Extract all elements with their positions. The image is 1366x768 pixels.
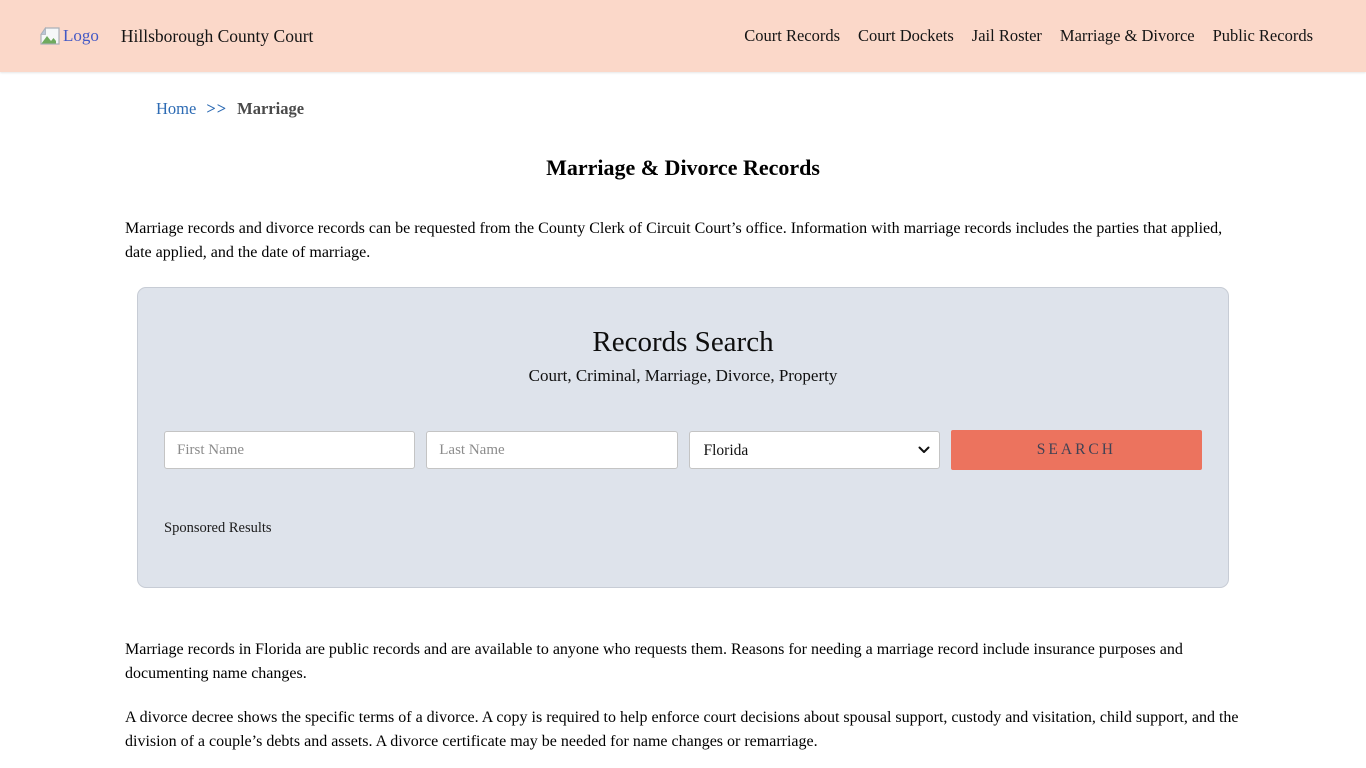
breadcrumb: Home >> Marriage: [125, 99, 1241, 119]
first-name-input[interactable]: [164, 431, 416, 469]
intro-paragraph: Marriage records and divorce records can…: [125, 220, 1223, 261]
nav-item-court-records[interactable]: Court Records: [744, 26, 840, 46]
breadcrumb-separator: >>: [206, 99, 228, 118]
breadcrumb-home-link[interactable]: Home: [156, 99, 196, 119]
search-form: Florida SEARCH: [164, 430, 1202, 470]
last-name-input[interactable]: [426, 431, 678, 469]
search-panel-title: Records Search: [592, 326, 774, 358]
page-title: Marriage & Divorce Records: [546, 155, 820, 180]
nav-item-jail-roster[interactable]: Jail Roster: [972, 26, 1042, 46]
sponsored-results-label: Sponsored Results: [164, 520, 272, 536]
main-nav: Court Records Court Dockets Jail Roster …: [744, 26, 1313, 46]
nav-item-marriage-divorce[interactable]: Marriage & Divorce: [1060, 26, 1195, 46]
records-search-panel: Records Search Court, Criminal, Marriage…: [137, 287, 1229, 588]
broken-image-icon: [40, 27, 60, 45]
nav-item-court-dockets[interactable]: Court Dockets: [858, 26, 954, 46]
state-select[interactable]: Florida: [688, 431, 940, 469]
logo-alt-text: Logo: [63, 26, 99, 45]
header: Logo Hillsborough County Court Court Rec…: [0, 0, 1366, 72]
breadcrumb-current: Marriage: [237, 99, 305, 118]
search-panel-subtitle: Court, Criminal, Marriage, Divorce, Prop…: [528, 366, 838, 385]
state-select-wrap: Florida: [688, 431, 940, 469]
search-button[interactable]: SEARCH: [950, 430, 1202, 470]
site-title: Hillsborough County Court: [120, 25, 314, 46]
divorce-decree-paragraph: A divorce decree shows the specific term…: [125, 709, 1239, 750]
nav-item-public-records[interactable]: Public Records: [1213, 26, 1313, 46]
logo-link[interactable]: Logo: [40, 26, 99, 46]
public-records-paragraph: Marriage records in Florida are public r…: [125, 641, 1183, 682]
